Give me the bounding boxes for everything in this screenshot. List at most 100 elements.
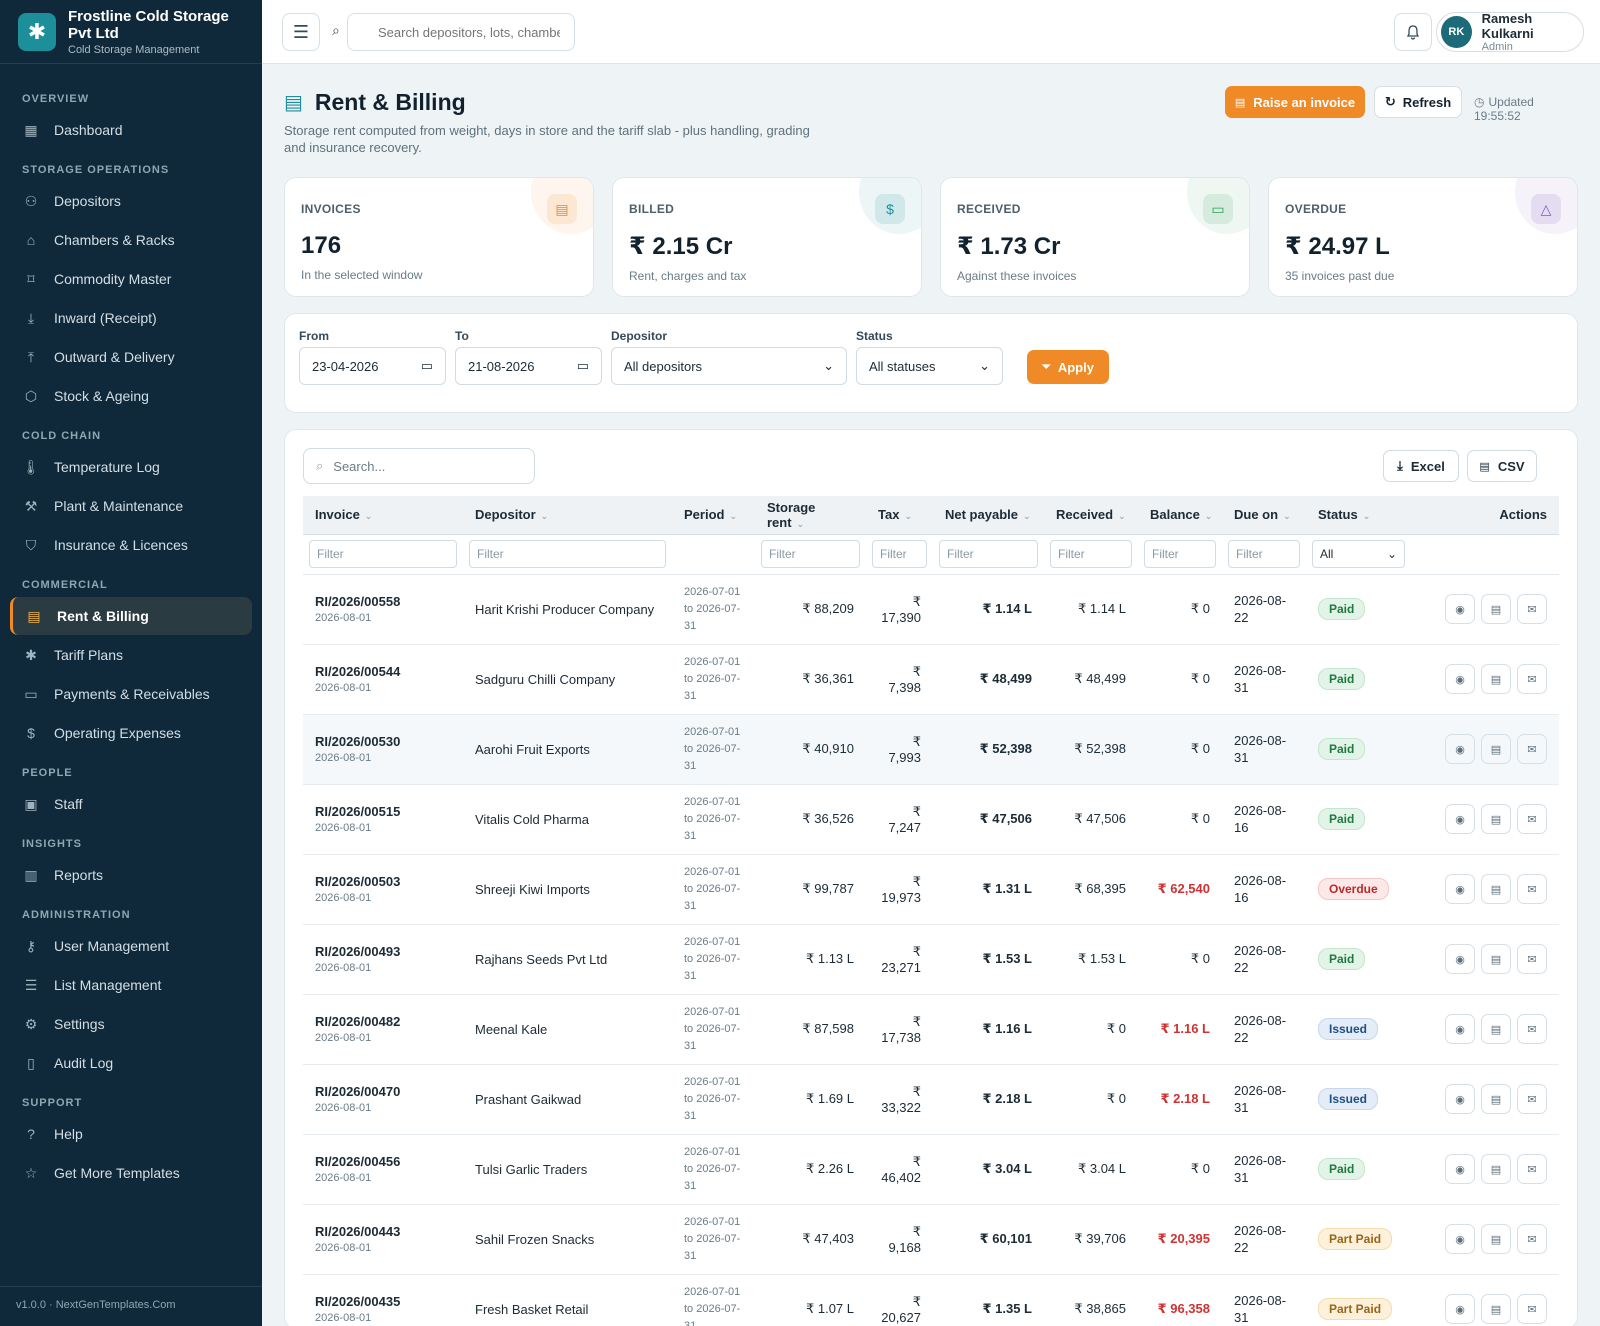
sidebar-item-inward-receipt[interactable]: ⤓ Inward (Receipt)	[10, 299, 252, 337]
to-date-input[interactable]: 21-08-2026 ▭	[455, 347, 602, 385]
view-button[interactable]: ◉	[1445, 1224, 1475, 1254]
column-filter-input[interactable]: Filter	[469, 540, 666, 568]
print-button[interactable]: ▤	[1481, 734, 1511, 764]
view-button[interactable]: ◉	[1445, 734, 1475, 764]
sidebar-item-plant-maintenance[interactable]: ⚒ Plant & Maintenance	[10, 487, 252, 525]
print-button[interactable]: ▤	[1481, 1294, 1511, 1324]
sidebar-item-help[interactable]: ? Help	[10, 1115, 252, 1153]
sidebar-item-payments-receivables[interactable]: ▭ Payments & Receivables	[10, 675, 252, 713]
table-row[interactable]: RI/2026/00482 2026-08-01 Meenal Kale 2026-0…	[303, 994, 1559, 1064]
email-button[interactable]: ✉	[1517, 1084, 1547, 1114]
column-filter-input[interactable]: Filter	[872, 540, 927, 568]
invoice-cell[interactable]: RI/2026/00456 2026-08-01	[303, 1134, 463, 1204]
sidebar-item-reports[interactable]: ▥ Reports	[10, 856, 252, 894]
table-row[interactable]: RI/2026/00456 2026-08-01 Tulsi Garlic Trad…	[303, 1134, 1559, 1204]
sidebar-item-get-more-templates[interactable]: ☆ Get More Templates	[10, 1154, 252, 1192]
email-button[interactable]: ✉	[1517, 1224, 1547, 1254]
sidebar-item-list-management[interactable]: ☰ List Management	[10, 966, 252, 1004]
column-header-due-on[interactable]: Due on ⌄	[1222, 496, 1306, 535]
depositor-select[interactable]: All depositors ⌄	[611, 347, 847, 385]
global-search-input[interactable]	[347, 13, 575, 51]
invoice-number[interactable]: RI/2026/00435	[315, 1294, 451, 1309]
email-button[interactable]: ✉	[1517, 594, 1547, 624]
invoice-cell[interactable]: RI/2026/00435 2026-08-01	[303, 1274, 463, 1326]
view-button[interactable]: ◉	[1445, 594, 1475, 624]
sidebar-item-depositors[interactable]: ⚇ Depositors	[10, 182, 252, 220]
invoice-number[interactable]: RI/2026/00443	[315, 1224, 451, 1239]
invoice-cell[interactable]: RI/2026/00443 2026-08-01	[303, 1204, 463, 1274]
invoice-number[interactable]: RI/2026/00515	[315, 804, 451, 819]
invoice-number[interactable]: RI/2026/00482	[315, 1014, 451, 1029]
view-button[interactable]: ◉	[1445, 1294, 1475, 1324]
status-select[interactable]: All statuses ⌄	[856, 347, 1003, 385]
sidebar-item-chambers-racks[interactable]: ⌂ Chambers & Racks	[10, 221, 252, 259]
column-header-period[interactable]: Period ⌄	[672, 496, 755, 535]
sidebar-item-operating-expenses[interactable]: $ Operating Expenses	[10, 714, 252, 752]
email-button[interactable]: ✉	[1517, 664, 1547, 694]
apply-button[interactable]: ⏷ Apply	[1027, 350, 1109, 384]
column-filter-input[interactable]: Filter	[309, 540, 457, 568]
sidebar-item-insurance-licences[interactable]: ⛉ Insurance & Licences	[10, 526, 252, 564]
invoice-cell[interactable]: RI/2026/00530 2026-08-01	[303, 714, 463, 784]
view-button[interactable]: ◉	[1445, 944, 1475, 974]
table-row[interactable]: RI/2026/00435 2026-08-01 Fresh Basket Reta…	[303, 1274, 1559, 1326]
print-button[interactable]: ▤	[1481, 1084, 1511, 1114]
invoice-number[interactable]: RI/2026/00530	[315, 734, 451, 749]
sidebar-item-user-management[interactable]: ⚷ User Management	[10, 927, 252, 965]
print-button[interactable]: ▤	[1481, 1014, 1511, 1044]
table-row[interactable]: RI/2026/00443 2026-08-01 Sahil Frozen Snac…	[303, 1204, 1559, 1274]
view-button[interactable]: ◉	[1445, 1014, 1475, 1044]
email-button[interactable]: ✉	[1517, 874, 1547, 904]
refresh-button[interactable]: ↻ Refresh	[1374, 86, 1462, 118]
email-button[interactable]: ✉	[1517, 804, 1547, 834]
table-row[interactable]: RI/2026/00470 2026-08-01 Prashant Gaikwad 2…	[303, 1064, 1559, 1134]
column-header-balance[interactable]: Balance ⌄	[1138, 496, 1222, 535]
column-filter-input[interactable]: Filter	[1144, 540, 1216, 568]
column-header-status[interactable]: Status ⌄	[1306, 496, 1411, 535]
invoice-cell[interactable]: RI/2026/00544 2026-08-01	[303, 644, 463, 714]
print-button[interactable]: ▤	[1481, 804, 1511, 834]
view-button[interactable]: ◉	[1445, 804, 1475, 834]
view-button[interactable]: ◉	[1445, 1084, 1475, 1114]
print-button[interactable]: ▤	[1481, 874, 1511, 904]
export-csv-button[interactable]: ▤ CSV	[1467, 450, 1537, 482]
menu-toggle-button[interactable]: ☰	[282, 13, 320, 51]
print-button[interactable]: ▤	[1481, 664, 1511, 694]
table-row[interactable]: RI/2026/00493 2026-08-01 Rajhans Seeds Pvt…	[303, 924, 1559, 994]
column-header-depositor[interactable]: Depositor ⌄	[463, 496, 672, 535]
sidebar-item-rent-billing[interactable]: ▤ Rent & Billing	[10, 597, 252, 635]
email-button[interactable]: ✉	[1517, 1154, 1547, 1184]
sidebar-item-temperature-log[interactable]: 🌡︎ Temperature Log	[10, 448, 252, 486]
invoice-cell[interactable]: RI/2026/00470 2026-08-01	[303, 1064, 463, 1134]
print-button[interactable]: ▤	[1481, 594, 1511, 624]
user-menu[interactable]: RK Ramesh Kulkarni Admin	[1436, 11, 1584, 53]
invoice-cell[interactable]: RI/2026/00482 2026-08-01	[303, 994, 463, 1064]
sidebar-item-staff[interactable]: ▣ Staff	[10, 785, 252, 823]
sidebar-item-stock-ageing[interactable]: ⬡ Stock & Ageing	[10, 377, 252, 415]
table-row[interactable]: RI/2026/00515 2026-08-01 Vitalis Cold Phar…	[303, 784, 1559, 854]
invoice-cell[interactable]: RI/2026/00503 2026-08-01	[303, 854, 463, 924]
invoice-number[interactable]: RI/2026/00493	[315, 944, 451, 959]
invoice-number[interactable]: RI/2026/00456	[315, 1154, 451, 1169]
print-button[interactable]: ▤	[1481, 1224, 1511, 1254]
column-header-storage-rent[interactable]: Storage rent ⌄	[755, 496, 866, 535]
table-search-input[interactable]: ⌕ Search...	[303, 448, 535, 484]
invoice-number[interactable]: RI/2026/00544	[315, 664, 451, 679]
email-button[interactable]: ✉	[1517, 734, 1547, 764]
invoice-number[interactable]: RI/2026/00558	[315, 594, 451, 609]
sidebar-item-tariff-plans[interactable]: ✱ Tariff Plans	[10, 636, 252, 674]
sidebar-item-audit-log[interactable]: ▯ Audit Log	[10, 1044, 252, 1082]
print-button[interactable]: ▤	[1481, 1154, 1511, 1184]
column-filter-input[interactable]: Filter	[1228, 540, 1300, 568]
from-date-input[interactable]: 23-04-2026 ▭	[299, 347, 446, 385]
print-button[interactable]: ▤	[1481, 944, 1511, 974]
view-button[interactable]: ◉	[1445, 1154, 1475, 1184]
invoice-cell[interactable]: RI/2026/00493 2026-08-01	[303, 924, 463, 994]
sidebar-item-commodity-master[interactable]: ⌑ Commodity Master	[10, 260, 252, 298]
invoice-cell[interactable]: RI/2026/00558 2026-08-01	[303, 574, 463, 644]
column-filter-input[interactable]: Filter	[1050, 540, 1132, 568]
column-header-invoice[interactable]: Invoice ⌄	[303, 496, 463, 535]
invoice-number[interactable]: RI/2026/00503	[315, 874, 451, 889]
invoice-number[interactable]: RI/2026/00470	[315, 1084, 451, 1099]
sidebar-item-settings[interactable]: ⚙ Settings	[10, 1005, 252, 1043]
